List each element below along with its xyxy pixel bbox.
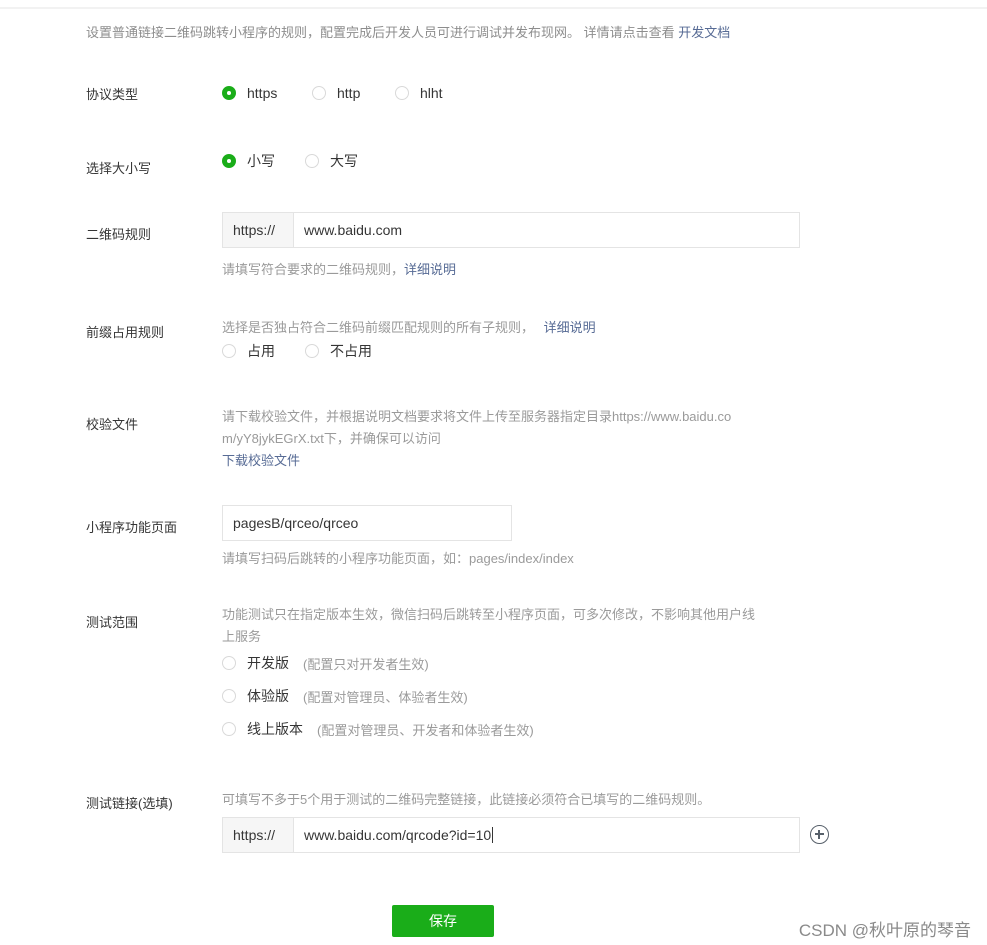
radio-occupy[interactable]: 占用 bbox=[222, 341, 275, 361]
radio-note: (配置对管理员、体验者生效) bbox=[303, 689, 468, 705]
intro-description: 设置普通链接二维码跳转小程序的规则，配置完成后开发人员可进行调试并发布现网。 详… bbox=[86, 25, 675, 40]
qr-rule-prefix: https:// bbox=[223, 213, 294, 247]
prefix-rule-label: 前缀占用规则 bbox=[86, 325, 165, 340]
protocol-label: 协议类型 bbox=[86, 87, 139, 102]
radio-label: 占用 bbox=[247, 343, 275, 359]
verify-file-label: 校验文件 bbox=[86, 417, 139, 432]
radio-note: (配置对管理员、开发者和体验者生效) bbox=[317, 722, 534, 738]
intro-text: 设置普通链接二维码跳转小程序的规则，配置完成后开发人员可进行调试并发布现网。 详… bbox=[86, 22, 730, 41]
qr-rule-label: 二维码规则 bbox=[86, 227, 152, 242]
radio-unchecked-icon bbox=[312, 86, 326, 100]
radio-checked-icon bbox=[222, 154, 236, 168]
test-link-input[interactable]: www.baidu.com/qrcode?id=10 bbox=[294, 818, 799, 852]
dev-docs-link[interactable]: 开发文档 bbox=[678, 25, 730, 40]
radio-note: (配置只对开发者生效) bbox=[303, 656, 429, 672]
radio-unchecked-icon bbox=[222, 656, 236, 670]
watermark-text: CSDN @秋叶原的琴音 bbox=[798, 921, 971, 940]
radio-unchecked-icon bbox=[222, 344, 236, 358]
radio-unchecked-icon bbox=[222, 689, 236, 703]
radio-label: 开发版 bbox=[247, 655, 289, 671]
test-link-hint: 可填写不多于5个用于测试的二维码完整链接，此链接必须符合已填写的二维码规则。 bbox=[222, 792, 711, 807]
radio-label: hlht bbox=[420, 85, 443, 101]
test-scope-desc-line: 上服务 bbox=[222, 629, 262, 644]
test-link-value: www.baidu.com/qrcode?id=10 bbox=[304, 827, 492, 843]
radio-not-occupy[interactable]: 不占用 bbox=[305, 341, 372, 361]
prefix-rule-hint-text: 选择是否独占符合二维码前缀匹配规则的所有子规则， bbox=[222, 320, 535, 335]
verify-file-desc-line: 请下载校验文件，并根据说明文档要求将文件上传至服务器指定目录https://ww… bbox=[222, 409, 732, 424]
radio-label: 大写 bbox=[330, 153, 358, 169]
radio-lowercase[interactable]: 小写 bbox=[222, 151, 275, 171]
test-scope-desc-line: 功能测试只在指定版本生效，微信扫码后跳转至小程序页面，可多次修改，不影响其他用户… bbox=[222, 607, 756, 622]
qr-rule-input-group: https:// www.baidu.com bbox=[222, 212, 800, 248]
radio-unchecked-icon bbox=[305, 154, 319, 168]
radio-trial-version[interactable]: 体验版 (配置对管理员、体验者生效) bbox=[222, 686, 468, 706]
top-divider bbox=[0, 7, 987, 9]
prefix-rule-detail-link[interactable]: 详细说明 bbox=[544, 320, 596, 335]
radio-unchecked-icon bbox=[305, 344, 319, 358]
test-link-input-group: https:// www.baidu.com/qrcode?id=10 bbox=[222, 817, 800, 853]
test-link-label: 测试链接(选填) bbox=[86, 796, 173, 811]
radio-online-version[interactable]: 线上版本 (配置对管理员、开发者和体验者生效) bbox=[222, 719, 534, 739]
qr-rule-detail-link[interactable]: 详细说明 bbox=[404, 262, 456, 277]
test-scope-desc: 功能测试只在指定版本生效，微信扫码后跳转至小程序页面，可多次修改，不影响其他用户… bbox=[222, 604, 802, 648]
qr-rule-hint-text: 请填写符合要求的二维码规则， bbox=[222, 262, 405, 277]
case-label: 选择大小写 bbox=[86, 161, 152, 176]
radio-label: 体验版 bbox=[247, 688, 289, 704]
page-label: 小程序功能页面 bbox=[86, 520, 178, 535]
radio-unchecked-icon bbox=[222, 722, 236, 736]
radio-label: http bbox=[337, 85, 361, 101]
radio-unchecked-icon bbox=[395, 86, 409, 100]
verify-file-desc-line: m/yY8jykEGrX.txt下，并确保可以访问 bbox=[222, 431, 441, 446]
radio-https[interactable]: https bbox=[222, 85, 277, 101]
text-caret bbox=[492, 827, 494, 843]
radio-uppercase[interactable]: 大写 bbox=[305, 151, 358, 171]
radio-dev-version[interactable]: 开发版 (配置只对开发者生效) bbox=[222, 653, 429, 673]
radio-label: 线上版本 bbox=[247, 721, 303, 737]
qr-rule-hint: 请填写符合要求的二维码规则，详细说明 bbox=[222, 259, 456, 278]
download-verify-file-link[interactable]: 下载校验文件 bbox=[222, 450, 802, 472]
radio-hlht[interactable]: hlht bbox=[395, 85, 443, 101]
page-path-input[interactable]: pagesB/qrceo/qrceo bbox=[222, 505, 512, 541]
test-scope-label: 测试范围 bbox=[86, 615, 139, 630]
radio-label: 不占用 bbox=[330, 343, 372, 359]
radio-http[interactable]: http bbox=[312, 85, 360, 101]
add-test-link-icon[interactable] bbox=[810, 825, 829, 844]
page-hint: 请填写扫码后跳转的小程序功能页面，如：pages/index/index bbox=[222, 551, 574, 566]
verify-file-desc: 请下载校验文件，并根据说明文档要求将文件上传至服务器指定目录https://ww… bbox=[222, 406, 802, 472]
qr-rule-input[interactable]: www.baidu.com bbox=[294, 213, 799, 247]
radio-checked-icon bbox=[222, 86, 236, 100]
save-button[interactable]: 保存 bbox=[392, 905, 494, 937]
radio-label: 小写 bbox=[247, 153, 275, 169]
test-link-prefix: https:// bbox=[223, 818, 294, 852]
prefix-rule-hint: 选择是否独占符合二维码前缀匹配规则的所有子规则， 详细说明 bbox=[222, 317, 596, 336]
radio-label: https bbox=[247, 85, 278, 101]
